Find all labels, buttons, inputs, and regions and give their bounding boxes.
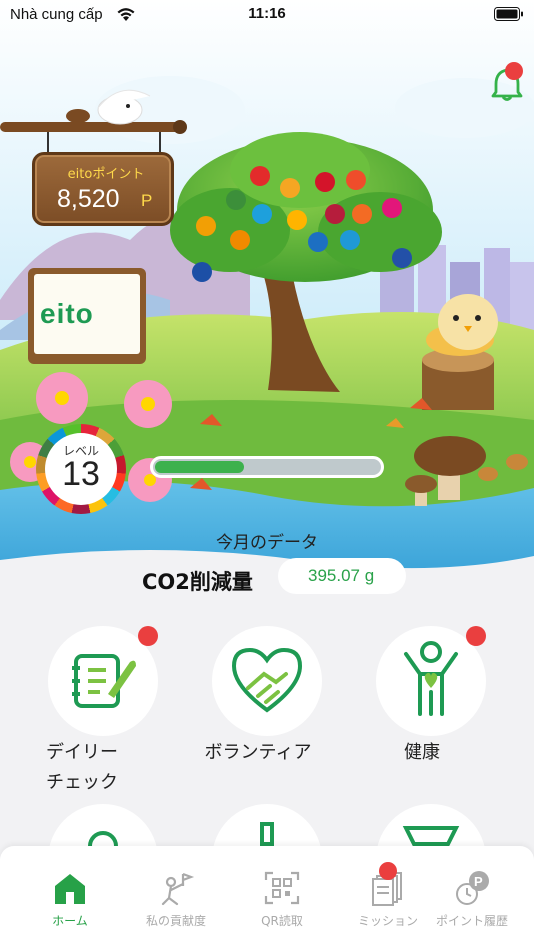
contribution-flag-icon: [161, 872, 195, 906]
status-time: 11:16: [248, 5, 286, 22]
level-progress-bar: [150, 456, 384, 478]
menu-daily-check-label-line1: デイリー: [46, 742, 118, 763]
level-badge[interactable]: レベル 13: [36, 424, 126, 514]
points-title: eitoポイント: [67, 167, 145, 182]
status-bar: Nhà cung cấp 11:16: [0, 0, 534, 30]
tab-point-history[interactable]: P ポイント履歴: [411, 866, 533, 936]
level-badge-inner: レベル 13: [45, 433, 117, 505]
tab-home-label: ホーム: [52, 914, 88, 928]
menu-volunteer-label: ボランティア: [178, 738, 338, 768]
tab-contribution[interactable]: 私の貢献度: [123, 866, 229, 936]
handshake-icon: [231, 647, 303, 713]
tab-qr-scan[interactable]: QR読取: [229, 866, 335, 936]
menu-health-label: 健康: [342, 738, 502, 768]
tab-contribution-label: 私の貢献度: [145, 914, 206, 928]
co2-reduction-pill: 395.07 g: [278, 558, 406, 594]
menu-daily-check-label: デイリー チェック: [14, 738, 174, 798]
menu-daily-check-badge: [138, 626, 158, 646]
co2-reduction-value: 395.07 g: [308, 566, 375, 585]
co2-reduction-label: CO2削減量: [142, 570, 253, 594]
svg-text:P: P: [474, 874, 483, 889]
menu-volunteer-circle[interactable]: [212, 626, 322, 736]
monthly-data-title: 今月のデータ: [216, 533, 318, 553]
tab-qr-scan-label: QR読取: [261, 914, 303, 928]
battery-icon: [494, 7, 523, 21]
points-value: 8,520: [57, 185, 120, 213]
home-icon: [55, 874, 85, 904]
eito-logo: eito: [40, 298, 94, 329]
points-unit: P: [141, 191, 153, 210]
menu-health-label-line1: 健康: [404, 742, 440, 763]
qr-scan-icon: [264, 871, 300, 905]
menu-daily-check-label-line2: チェック: [46, 772, 118, 793]
menu-health-badge: [466, 626, 486, 646]
menu-volunteer-label-line1: ボランティア: [204, 742, 312, 763]
notification-badge: [505, 62, 523, 80]
eito-tree-scene: eitoポイント 8,520 P eito レベル 13 今月のデータ CO2削…: [0, 0, 534, 600]
bottom-tab-bar: ホーム 私の貢献度 QR読取 ミッション P ポイント履歴: [0, 846, 534, 950]
level-value: 13: [62, 455, 100, 493]
points-signboard[interactable]: eitoポイント 8,520 P: [32, 152, 174, 226]
tab-point-history-label: ポイント履歴: [435, 914, 508, 928]
point-history-icon: P: [456, 871, 489, 905]
tab-mission-badge: [379, 862, 397, 880]
level-progress-fill: [155, 461, 244, 473]
tab-home[interactable]: ホーム: [17, 866, 123, 936]
